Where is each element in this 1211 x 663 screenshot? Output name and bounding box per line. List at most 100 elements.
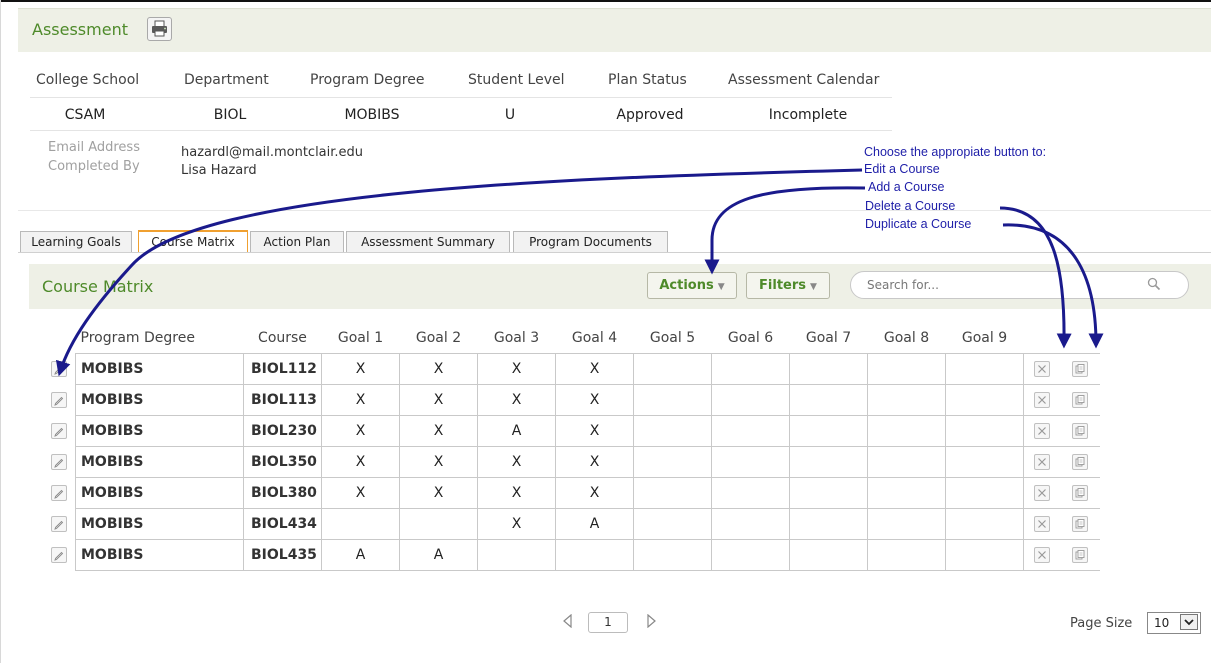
actions-button[interactable]: Actions ▼ <box>647 272 737 299</box>
goal-cell[interactable] <box>867 508 946 540</box>
goal-cell[interactable] <box>945 415 1024 447</box>
tab-learning-goals[interactable]: Learning Goals <box>20 231 132 252</box>
goal-cell[interactable] <box>945 446 1024 478</box>
column-header-course[interactable]: Course <box>244 322 322 354</box>
goal-cell[interactable]: X <box>477 446 556 478</box>
goal-cell[interactable] <box>945 384 1024 416</box>
goal-cell[interactable] <box>867 415 946 447</box>
goal-cell[interactable] <box>321 508 400 540</box>
goal-cell[interactable] <box>711 477 790 509</box>
goal-cell[interactable] <box>945 477 1024 509</box>
goal-cell[interactable] <box>633 539 712 571</box>
goal-cell[interactable]: X <box>477 353 556 385</box>
column-header-goal-4[interactable]: Goal 4 <box>556 322 634 354</box>
goal-cell[interactable]: X <box>555 415 634 447</box>
edit-button[interactable] <box>51 361 67 377</box>
delete-button[interactable] <box>1034 454 1050 470</box>
delete-button[interactable] <box>1034 361 1050 377</box>
column-header-goal-5[interactable]: Goal 5 <box>634 322 712 354</box>
goal-cell[interactable] <box>789 477 868 509</box>
goal-cell[interactable]: X <box>321 353 400 385</box>
goal-cell[interactable]: X <box>321 446 400 478</box>
tab-course-matrix[interactable]: Course Matrix <box>138 230 248 252</box>
delete-button[interactable] <box>1034 516 1050 532</box>
goal-cell[interactable] <box>711 446 790 478</box>
goal-cell[interactable] <box>633 415 712 447</box>
goal-cell[interactable]: X <box>321 415 400 447</box>
edit-button[interactable] <box>51 392 67 408</box>
edit-button[interactable] <box>51 516 67 532</box>
goal-cell[interactable]: X <box>477 508 556 540</box>
duplicate-button[interactable] <box>1072 361 1088 377</box>
column-header-goal-9[interactable]: Goal 9 <box>946 322 1024 354</box>
goal-cell[interactable] <box>789 539 868 571</box>
edit-button[interactable] <box>51 454 67 470</box>
column-header-program-degree[interactable]: Program Degree <box>76 322 244 354</box>
goal-cell[interactable]: X <box>477 477 556 509</box>
delete-button[interactable] <box>1034 392 1050 408</box>
goal-cell[interactable]: X <box>399 446 478 478</box>
search-input[interactable]: Search for... <box>850 271 1189 299</box>
search-icon[interactable] <box>1147 277 1161 291</box>
goal-cell[interactable] <box>867 353 946 385</box>
goal-cell[interactable] <box>555 539 634 571</box>
goal-cell[interactable]: A <box>399 539 478 571</box>
goal-cell[interactable]: X <box>321 384 400 416</box>
goal-cell[interactable] <box>633 384 712 416</box>
edit-button[interactable] <box>51 485 67 501</box>
goal-cell[interactable] <box>711 384 790 416</box>
next-page-icon[interactable] <box>645 614 657 628</box>
tab-assessment-summary[interactable]: Assessment Summary <box>346 231 510 252</box>
goal-cell[interactable]: A <box>555 508 634 540</box>
goal-cell[interactable] <box>945 508 1024 540</box>
goal-cell[interactable] <box>399 508 478 540</box>
goal-cell[interactable] <box>711 508 790 540</box>
goal-cell[interactable] <box>867 477 946 509</box>
goal-cell[interactable] <box>633 446 712 478</box>
goal-cell[interactable]: X <box>555 446 634 478</box>
delete-button[interactable] <box>1034 547 1050 563</box>
column-header-goal-2[interactable]: Goal 2 <box>400 322 478 354</box>
goal-cell[interactable] <box>789 384 868 416</box>
goal-cell[interactable] <box>867 539 946 571</box>
duplicate-button[interactable] <box>1072 485 1088 501</box>
goal-cell[interactable]: X <box>555 384 634 416</box>
previous-page-icon[interactable] <box>562 614 574 628</box>
column-header-goal-6[interactable]: Goal 6 <box>712 322 790 354</box>
column-header-goal-1[interactable]: Goal 1 <box>322 322 400 354</box>
goal-cell[interactable]: X <box>321 477 400 509</box>
goal-cell[interactable] <box>711 415 790 447</box>
goal-cell[interactable]: X <box>555 353 634 385</box>
goal-cell[interactable]: X <box>477 384 556 416</box>
edit-button[interactable] <box>51 547 67 563</box>
delete-button[interactable] <box>1034 485 1050 501</box>
goal-cell[interactable] <box>633 508 712 540</box>
column-header-goal-8[interactable]: Goal 8 <box>868 322 946 354</box>
page-size-dropdown-button[interactable] <box>1180 614 1198 630</box>
goal-cell[interactable] <box>945 353 1024 385</box>
duplicate-button[interactable] <box>1072 454 1088 470</box>
goal-cell[interactable]: X <box>399 477 478 509</box>
goal-cell[interactable] <box>789 446 868 478</box>
tab-action-plan[interactable]: Action Plan <box>250 231 344 252</box>
goal-cell[interactable] <box>867 384 946 416</box>
goal-cell[interactable] <box>711 539 790 571</box>
goal-cell[interactable]: X <box>555 477 634 509</box>
duplicate-button[interactable] <box>1072 547 1088 563</box>
edit-button[interactable] <box>51 423 67 439</box>
goal-cell[interactable] <box>633 477 712 509</box>
duplicate-button[interactable] <box>1072 392 1088 408</box>
goal-cell[interactable] <box>945 539 1024 571</box>
print-button[interactable] <box>147 17 172 41</box>
goal-cell[interactable]: X <box>399 415 478 447</box>
page-number-input[interactable]: 1 <box>588 612 628 633</box>
column-header-goal-7[interactable]: Goal 7 <box>790 322 868 354</box>
column-header-goal-3[interactable]: Goal 3 <box>478 322 556 354</box>
goal-cell[interactable]: A <box>321 539 400 571</box>
goal-cell[interactable] <box>477 539 556 571</box>
duplicate-button[interactable] <box>1072 423 1088 439</box>
goal-cell[interactable]: X <box>399 384 478 416</box>
goal-cell[interactable]: A <box>477 415 556 447</box>
goal-cell[interactable] <box>789 415 868 447</box>
goal-cell[interactable] <box>867 446 946 478</box>
